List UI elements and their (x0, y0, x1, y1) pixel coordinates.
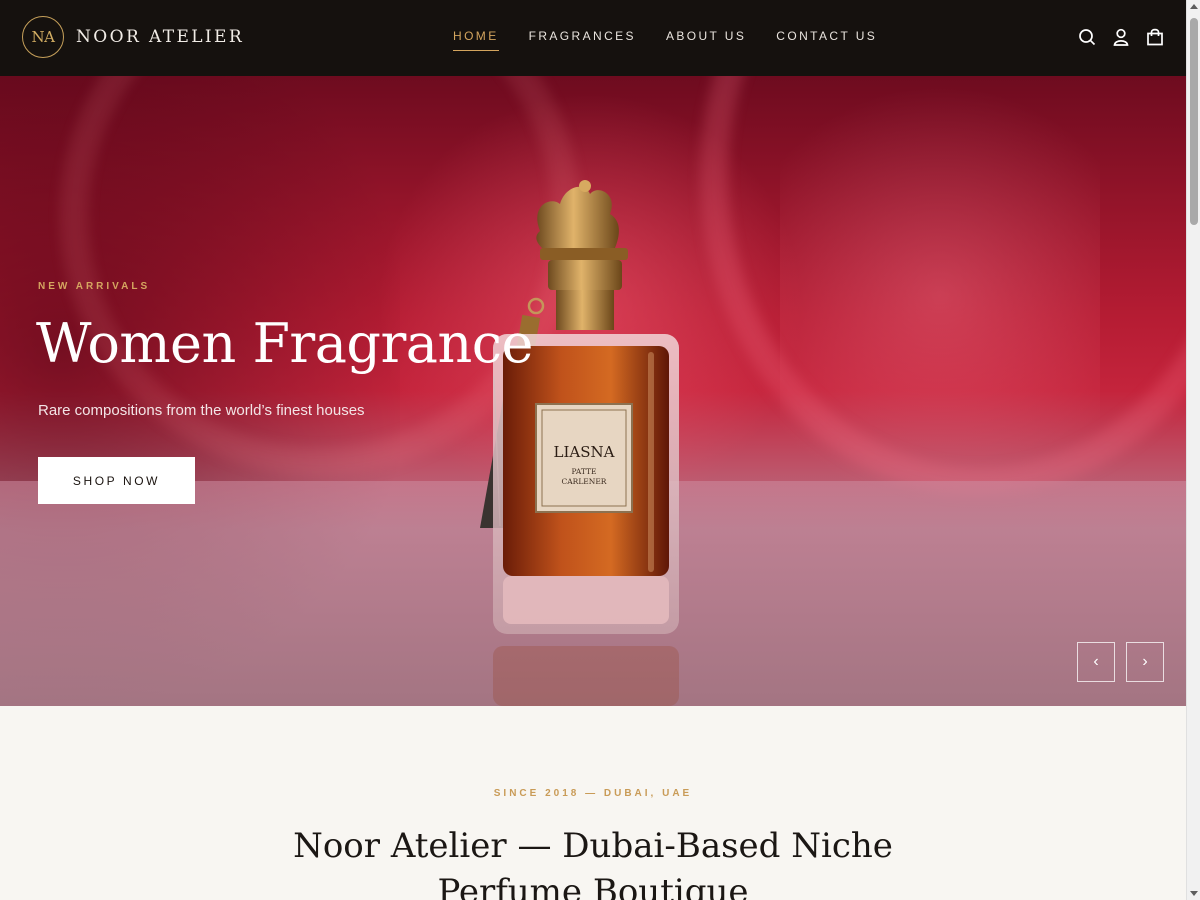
brand-logo[interactable]: NA NOOR ATELIER (22, 16, 244, 58)
scroll-down-arrow-icon[interactable] (1190, 891, 1198, 896)
shop-now-button[interactable]: SHOP NOW (38, 457, 195, 504)
bottle-label-name: LIASNA (554, 443, 615, 461)
logo-monogram: NA (22, 16, 64, 58)
site-header: NA NOOR ATELIER HOME FRAGRANCES ABOUT US… (0, 0, 1186, 76)
header-actions (1078, 27, 1164, 47)
nav-about-us[interactable]: ABOUT US (666, 29, 746, 51)
about-section: SINCE 2018 — DUBAI, UAE Noor Atelier — D… (0, 706, 1186, 900)
bottle-label-line3: CARLENER (562, 477, 607, 486)
nav-contact-us[interactable]: CONTACT US (776, 29, 877, 51)
about-eyebrow: SINCE 2018 — DUBAI, UAE (493, 788, 693, 799)
brand-name: NOOR ATELIER (76, 27, 245, 47)
perfume-bottle-image: LIASNA PATTE CARLENER (470, 176, 690, 706)
carousel-prev-button[interactable]: ‹ (1077, 642, 1115, 682)
chevron-right-icon: › (1142, 653, 1148, 670)
bottle-label-line2: PATTE (572, 467, 597, 476)
nav-fragrances[interactable]: FRAGRANCES (529, 29, 636, 51)
nav-home[interactable]: HOME (453, 29, 499, 51)
page-scrollbar[interactable] (1186, 0, 1200, 900)
chevron-left-icon: ‹ (1093, 653, 1099, 670)
carousel-next-button[interactable]: › (1126, 642, 1164, 682)
search-icon[interactable] (1078, 27, 1096, 47)
cart-icon[interactable] (1146, 27, 1164, 47)
hero-subtitle: Rare compositions from the world’s fines… (38, 402, 365, 419)
scroll-up-arrow-icon[interactable] (1190, 4, 1198, 9)
hero-eyebrow: NEW ARRIVALS (38, 281, 151, 292)
about-title: Noor Atelier — Dubai-Based Niche Perfume… (293, 826, 893, 900)
scrollbar-thumb[interactable] (1190, 18, 1198, 225)
account-icon[interactable] (1112, 27, 1130, 47)
hero-banner: LIASNA PATTE CARLENER NEW ARRIVALS Women… (0, 76, 1186, 706)
main-nav: HOME FRAGRANCES ABOUT US CONTACT US (453, 29, 877, 51)
hero-title: Women Fragrance (36, 312, 533, 375)
page: NA NOOR ATELIER HOME FRAGRANCES ABOUT US… (0, 0, 1200, 900)
